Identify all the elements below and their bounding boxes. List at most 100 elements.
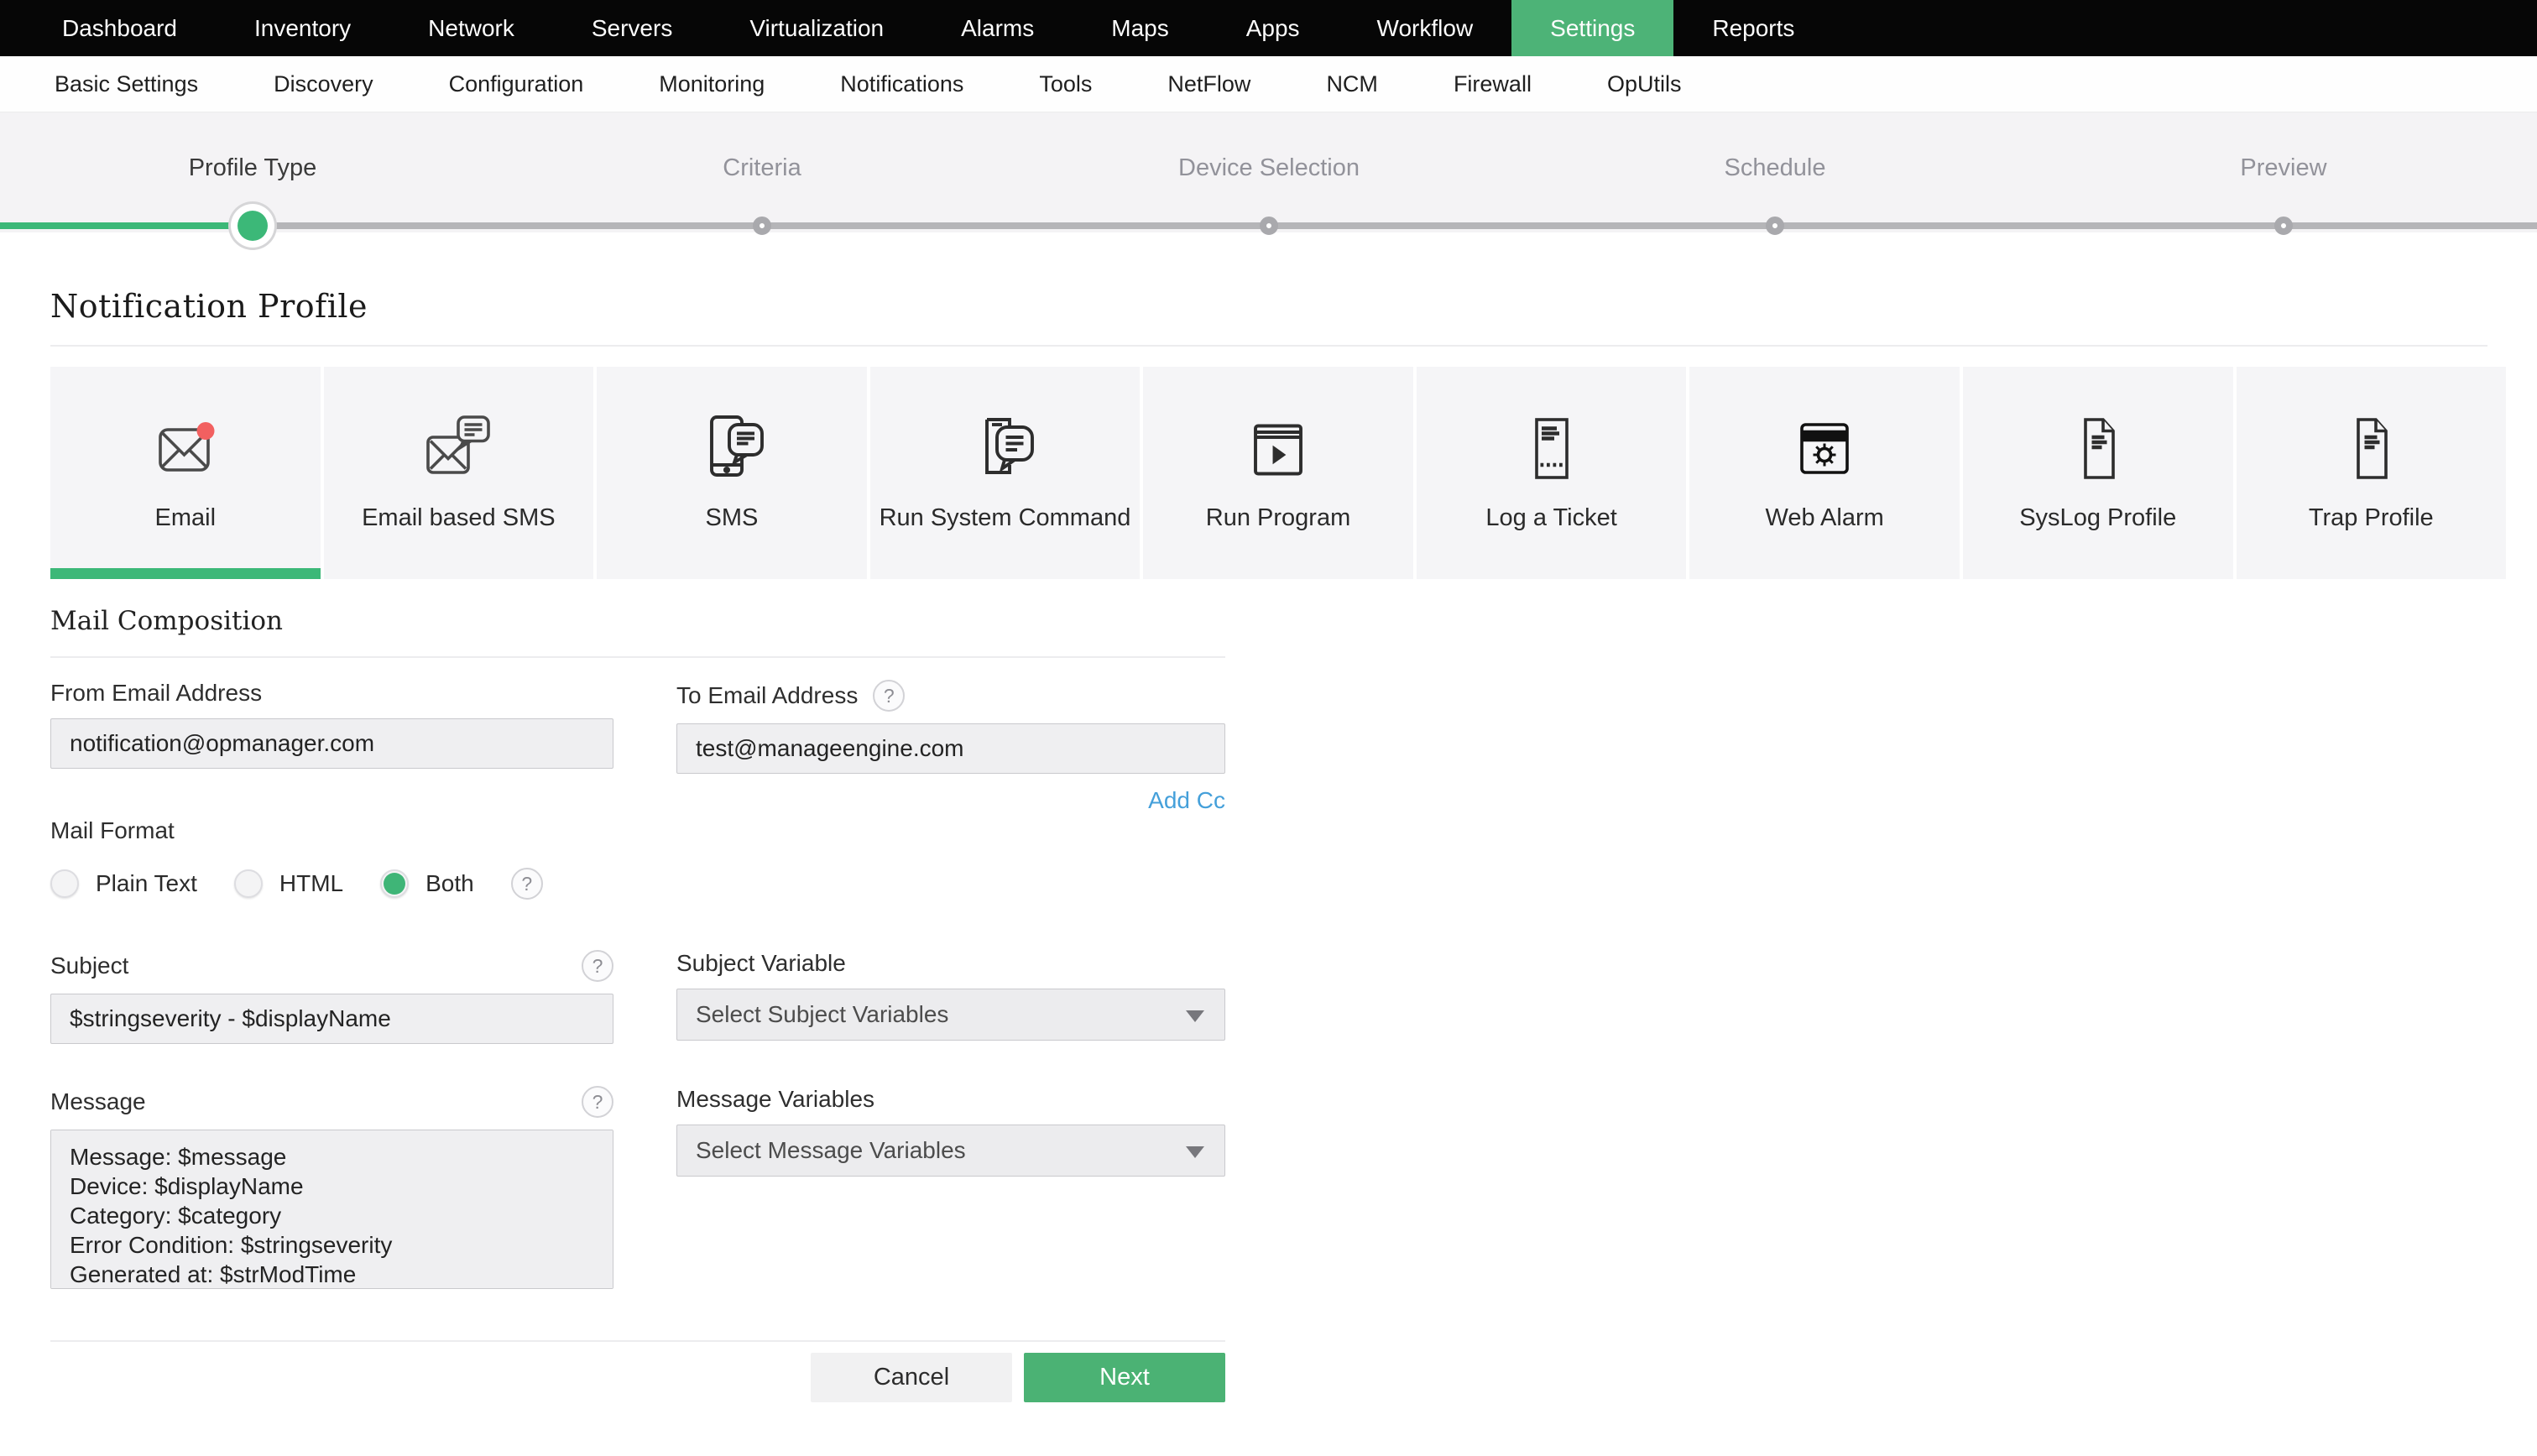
nav-alarms[interactable]: Alarms — [922, 0, 1073, 56]
tile-log-a-ticket[interactable]: Log a Ticket — [1416, 367, 1687, 579]
tile-email[interactable]: Email — [50, 367, 321, 579]
subject-label: Subject — [50, 952, 129, 978]
nav-maps[interactable]: Maps — [1073, 0, 1207, 56]
tile-label: Log a Ticket — [1485, 504, 1617, 531]
message-variables-select[interactable]: Select Message Variables — [676, 1125, 1225, 1177]
radio-plain-text-label[interactable]: Plain Text — [96, 870, 197, 897]
nav-settings[interactable]: Settings — [1511, 0, 1674, 56]
title-divider — [50, 345, 2487, 347]
step-dot-profile-type[interactable] — [238, 211, 268, 241]
step-label-schedule: Schedule — [1724, 154, 1826, 181]
radio-plain-text[interactable] — [50, 869, 79, 898]
message-variables-select-value: Select Message Variables — [696, 1137, 966, 1163]
subnav-monitoring[interactable]: Monitoring — [621, 56, 802, 112]
subnav-ncm[interactable]: NCM — [1288, 56, 1416, 112]
tile-syslog-profile[interactable]: SysLog Profile — [1962, 367, 2233, 579]
nav-reports[interactable]: Reports — [1673, 0, 1833, 56]
nav-inventory[interactable]: Inventory — [216, 0, 389, 56]
subnav-discovery[interactable]: Discovery — [236, 56, 411, 112]
tile-selected-underline — [50, 568, 321, 579]
tile-trap-profile[interactable]: Trap Profile — [2236, 367, 2507, 579]
chevron-down-icon — [1186, 1146, 1204, 1158]
subject-help-icon[interactable]: ? — [582, 950, 613, 982]
subnav-tools[interactable]: Tools — [1001, 56, 1130, 112]
to-email-help-icon[interactable]: ? — [873, 680, 906, 712]
subnav-notifications[interactable]: Notifications — [802, 56, 1001, 112]
subject-group: Subject ? — [50, 928, 613, 1044]
subject-variable-group: Subject Variable Select Subject Variable… — [676, 928, 1225, 1044]
wizard-stepper: Profile Type Criteria Device Selection S… — [0, 112, 2537, 241]
from-email-field[interactable] — [50, 718, 613, 769]
subnav-basic-settings[interactable]: Basic Settings — [17, 56, 236, 112]
message-help-icon[interactable]: ? — [582, 1086, 613, 1118]
notification-profile-page: Notification Profile Email Email based S… — [0, 288, 2537, 1402]
step-dot-criteria[interactable] — [753, 217, 771, 235]
run-program-icon — [1238, 405, 1318, 494]
tile-web-alarm[interactable]: Web Alarm — [1689, 367, 1960, 579]
email-based-sms-icon — [418, 405, 499, 494]
tile-email-based-sms[interactable]: Email based SMS — [323, 367, 594, 579]
message-group: Message ? Message: $message Device: $dis… — [50, 1064, 613, 1293]
nav-dashboard[interactable]: Dashboard — [23, 0, 216, 56]
mail-format-group: Mail Format — [50, 817, 1225, 844]
tile-run-program[interactable]: Run Program — [1143, 367, 1413, 579]
syslog-profile-icon — [2058, 405, 2138, 494]
subject-variable-label: Subject Variable — [676, 950, 846, 976]
from-email-group: From Email Address — [50, 658, 613, 814]
subject-field[interactable] — [50, 994, 613, 1044]
tile-label: Trap Profile — [2308, 504, 2434, 531]
message-variables-group: Message Variables Select Message Variabl… — [676, 1064, 1225, 1293]
nav-virtualization[interactable]: Virtualization — [711, 0, 922, 56]
step-label-preview: Preview — [2240, 154, 2327, 181]
top-navigation: Dashboard Inventory Network Servers Virt… — [0, 0, 2537, 56]
message-label: Message — [50, 1088, 146, 1114]
nav-apps[interactable]: Apps — [1208, 0, 1339, 56]
mail-format-help-icon[interactable]: ? — [510, 868, 543, 900]
tile-label: Web Alarm — [1765, 504, 1884, 531]
tile-sms[interactable]: SMS — [597, 367, 867, 579]
step-dot-preview[interactable] — [2274, 217, 2293, 235]
radio-both[interactable] — [380, 869, 410, 898]
subnav-oputils[interactable]: OpUtils — [1569, 56, 1720, 112]
to-email-label: To Email Address — [676, 682, 859, 708]
next-button[interactable]: Next — [1024, 1353, 1225, 1402]
subject-variable-select[interactable]: Select Subject Variables — [676, 989, 1225, 1041]
web-alarm-icon — [1784, 405, 1865, 494]
nav-servers[interactable]: Servers — [553, 0, 711, 56]
nav-workflow[interactable]: Workflow — [1339, 0, 1512, 56]
trap-profile-icon — [2331, 405, 2411, 494]
to-email-group: To Email Address ? Add Cc — [676, 658, 1225, 814]
log-a-ticket-icon — [1511, 405, 1592, 494]
subnav-configuration[interactable]: Configuration — [411, 56, 622, 112]
subnav-netflow[interactable]: NetFlow — [1130, 56, 1288, 112]
step-dot-schedule[interactable] — [1766, 217, 1784, 235]
buttons-divider — [50, 1340, 1225, 1342]
from-email-label: From Email Address — [50, 680, 263, 706]
radio-both-label[interactable]: Both — [425, 870, 474, 897]
tile-label: SysLog Profile — [2019, 504, 2177, 531]
subnav-firewall[interactable]: Firewall — [1416, 56, 1569, 112]
message-field[interactable]: Message: $message Device: $displayName C… — [50, 1130, 613, 1289]
subject-variable-select-value: Select Subject Variables — [696, 1001, 949, 1027]
mail-format-label: Mail Format — [50, 817, 175, 843]
profile-type-tiles: Email Email based SMS SMS Run System Com… — [50, 367, 2507, 579]
message-variables-label: Message Variables — [676, 1086, 875, 1112]
step-dot-device-selection[interactable] — [1260, 217, 1278, 235]
chevron-down-icon — [1186, 1010, 1204, 1022]
mail-format-options: Plain Text HTML Both ? — [50, 868, 1225, 900]
form-actions: Cancel Next — [50, 1353, 1225, 1402]
radio-html[interactable] — [233, 869, 263, 898]
step-label-device-selection: Device Selection — [1178, 154, 1360, 181]
cancel-button[interactable]: Cancel — [811, 1353, 1012, 1402]
radio-html-label[interactable]: HTML — [279, 870, 343, 897]
page-title: Notification Profile — [50, 288, 368, 325]
step-label-criteria: Criteria — [723, 154, 801, 181]
mail-composition-form: From Email Address To Email Address ? Ad… — [50, 658, 1225, 1402]
sms-icon — [692, 405, 772, 494]
run-system-command-icon — [964, 405, 1045, 494]
add-cc-link[interactable]: Add Cc — [1148, 787, 1225, 813]
to-email-field[interactable] — [676, 723, 1225, 774]
mail-composition-title: Mail Composition — [50, 606, 284, 636]
tile-run-system-command[interactable]: Run System Command — [869, 367, 1141, 579]
nav-network[interactable]: Network — [389, 0, 553, 56]
